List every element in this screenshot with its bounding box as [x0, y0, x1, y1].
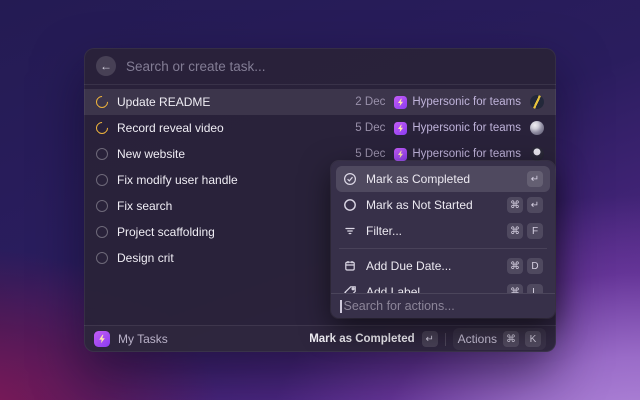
shortcut-keys: ↵: [527, 171, 543, 187]
status-not-started-icon[interactable]: [96, 174, 108, 186]
actions-search-input[interactable]: [344, 299, 547, 313]
actions-menu-list: Mark as Completed ↵ Mark as Not Started …: [331, 161, 555, 293]
status-not-started-icon[interactable]: [96, 148, 108, 160]
command-key-icon: ⌘: [507, 223, 523, 239]
team-name: Hypersonic for teams: [412, 148, 521, 160]
check-circle-icon: [343, 172, 357, 186]
due-date: 5 Dec: [355, 122, 385, 134]
return-key-icon: ↵: [527, 197, 543, 213]
actions-label: Actions: [458, 332, 497, 346]
actions-menu-popup: Mark as Completed ↵ Mark as Not Started …: [331, 161, 555, 318]
task-title: New website: [117, 147, 185, 161]
task-search-input[interactable]: [126, 59, 544, 74]
lightning-bolt-icon: [394, 122, 407, 135]
team-name: Hypersonic for teams: [412, 122, 521, 134]
f-key-icon: F: [527, 223, 543, 239]
d-key-icon: D: [527, 258, 543, 274]
shortcut-keys: ⌘ D: [507, 258, 543, 274]
menu-item-label: Add Label...: [366, 285, 430, 293]
assignee-avatar: [530, 95, 544, 109]
back-button[interactable]: ←: [96, 56, 116, 76]
lightning-bolt-icon: [394, 148, 407, 161]
due-date: 5 Dec: [355, 148, 385, 160]
task-title: Update README: [117, 95, 210, 109]
footer-actions: Mark as Completed ↵ Actions ⌘ K: [309, 328, 546, 350]
back-arrow-icon: ←: [100, 59, 112, 73]
status-not-started-icon[interactable]: [96, 252, 108, 264]
divider: [445, 333, 446, 346]
task-row[interactable]: Record reveal video 5 Dec Hypersonic for…: [84, 115, 556, 141]
app-logo-bolt-icon: [94, 331, 110, 347]
search-bar: ←: [84, 48, 556, 85]
l-key-icon: L: [527, 284, 543, 293]
task-row[interactable]: Update README 2 Dec Hypersonic for teams: [84, 89, 556, 115]
shortcut-keys: ⌘ ↵: [507, 197, 543, 213]
menu-item-mark-not-started[interactable]: Mark as Not Started ⌘ ↵: [336, 192, 550, 218]
command-key-icon: ⌘: [507, 284, 523, 293]
menu-item-label: Add Due Date...: [366, 259, 451, 273]
task-title: Fix modify user handle: [117, 173, 238, 187]
menu-item-mark-completed[interactable]: Mark as Completed ↵: [336, 166, 550, 192]
assignee-avatar: [530, 121, 544, 135]
status-not-started-icon[interactable]: [96, 226, 108, 238]
text-cursor: [340, 300, 342, 313]
lightning-bolt-icon: [394, 96, 407, 109]
menu-divider: [339, 248, 547, 249]
status-in-progress-icon[interactable]: [94, 94, 111, 111]
task-title: Project scaffolding: [117, 225, 215, 239]
team-badge: Hypersonic for teams: [394, 122, 521, 135]
app-name: My Tasks: [118, 332, 168, 346]
circle-icon: [343, 198, 357, 212]
command-key-icon: ⌘: [507, 197, 523, 213]
return-key-icon: ↵: [527, 171, 543, 187]
filter-icon: [343, 224, 357, 238]
shortcut-keys: ⌘ L: [507, 284, 543, 293]
team-badge: Hypersonic for teams: [394, 148, 521, 161]
command-key-icon: ⌘: [507, 258, 523, 274]
calendar-icon: [343, 259, 357, 273]
shortcut-keys: ⌘ F: [507, 223, 543, 239]
menu-item-label: Filter...: [366, 224, 402, 238]
team-badge: Hypersonic for teams: [394, 96, 521, 109]
due-date: 2 Dec: [355, 96, 385, 108]
desktop: { "window": { "search": { "placeholder":…: [0, 0, 640, 400]
menu-item-filter[interactable]: Filter... ⌘ F: [336, 218, 550, 244]
actions-search-bar: [331, 293, 555, 318]
task-title: Design crit: [117, 251, 174, 265]
assignee-avatar: [530, 147, 544, 161]
return-key-icon: ↵: [422, 331, 438, 347]
task-title: Record reveal video: [117, 121, 224, 135]
actions-button[interactable]: Actions ⌘ K: [453, 328, 546, 350]
menu-item-label: Mark as Completed: [366, 172, 470, 186]
task-palette-window: ← Update README 2 Dec Hypersonic for tea…: [84, 48, 556, 352]
task-title: Fix search: [117, 199, 172, 213]
menu-item-label: Mark as Not Started: [366, 198, 473, 212]
tag-icon: [343, 285, 357, 293]
k-key-icon: K: [525, 331, 541, 347]
primary-action-label[interactable]: Mark as Completed: [309, 333, 414, 345]
menu-item-add-due-date[interactable]: Add Due Date... ⌘ D: [336, 253, 550, 279]
footer-bar: My Tasks Mark as Completed ↵ Actions ⌘ K: [84, 325, 556, 352]
status-in-progress-icon[interactable]: [94, 120, 111, 137]
command-key-icon: ⌘: [503, 331, 519, 347]
team-name: Hypersonic for teams: [412, 96, 521, 108]
status-not-started-icon[interactable]: [96, 200, 108, 212]
menu-item-add-label[interactable]: Add Label... ⌘ L: [336, 279, 550, 293]
